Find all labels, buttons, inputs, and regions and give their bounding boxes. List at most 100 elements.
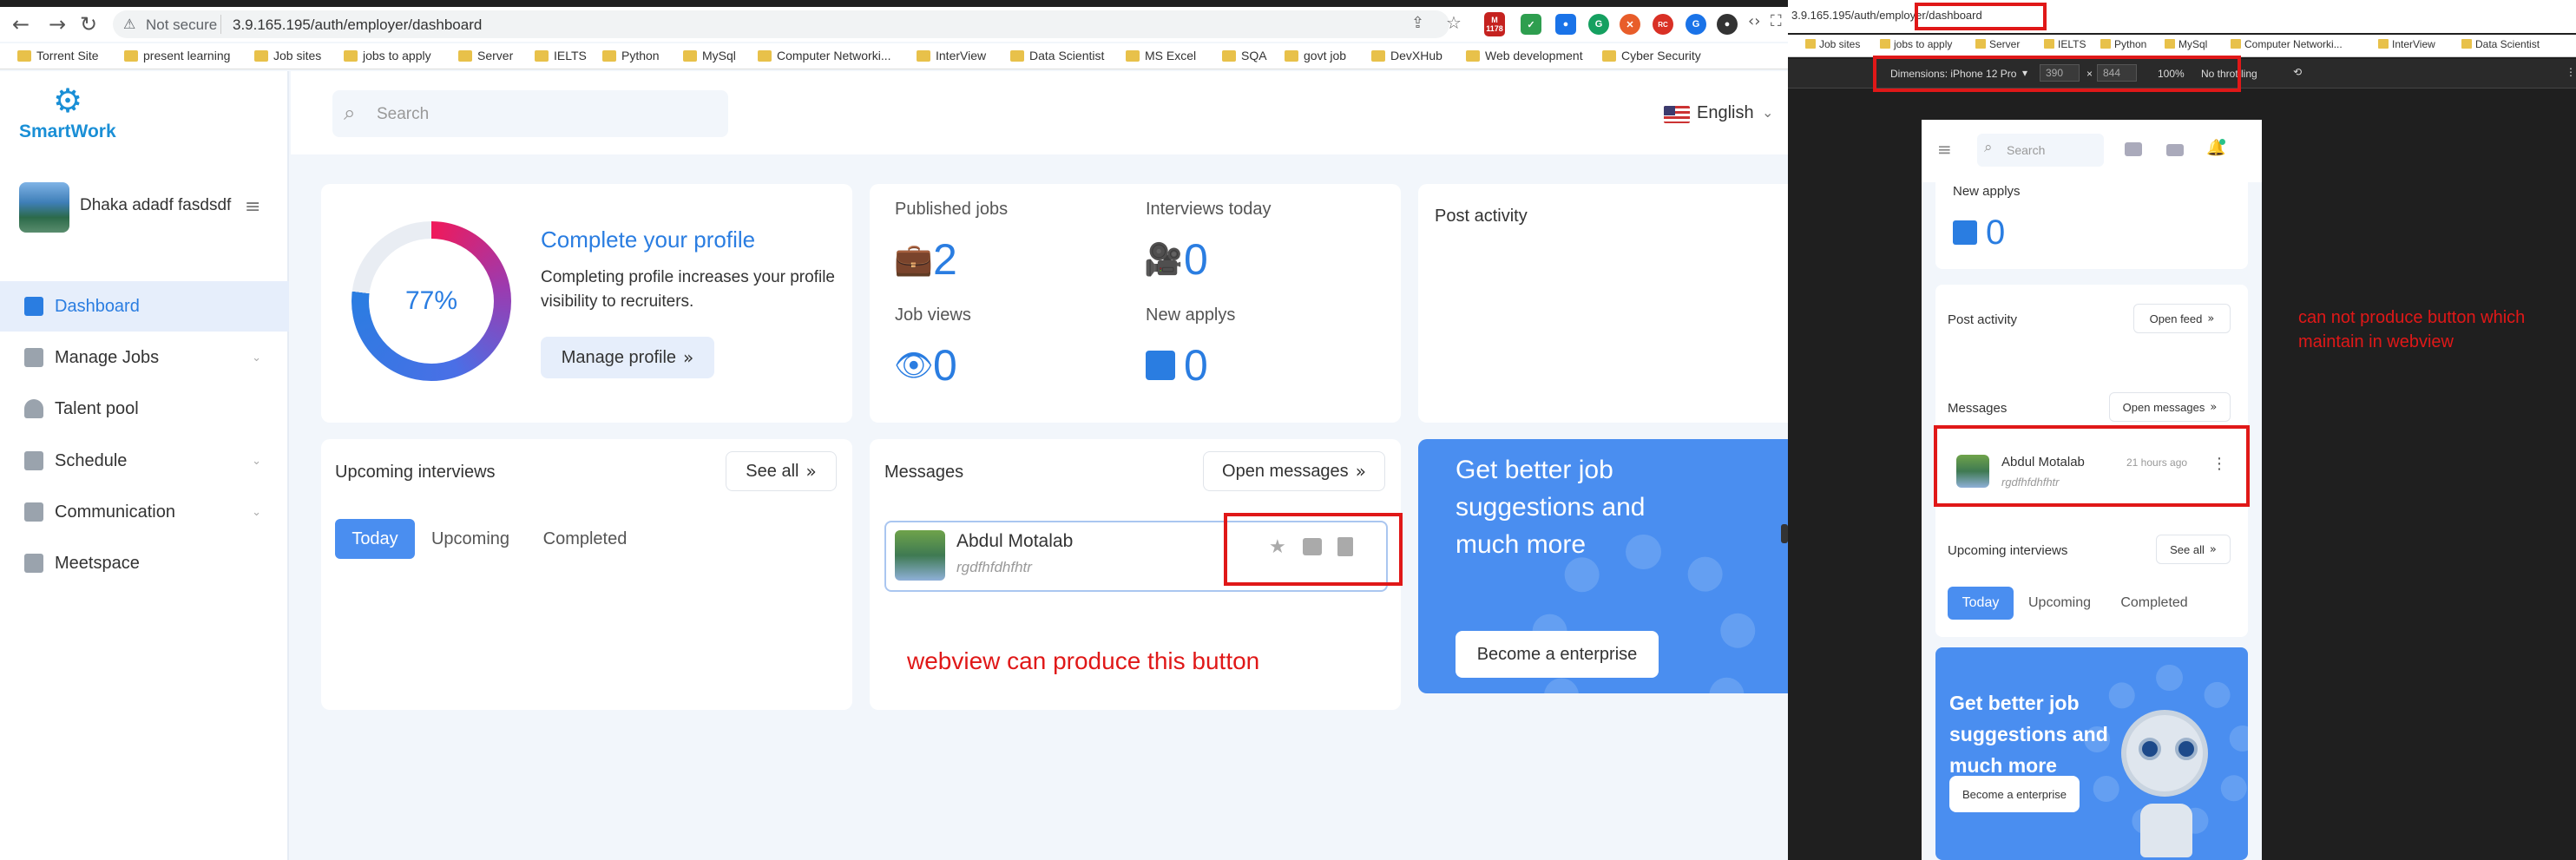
open-messages-button[interactable]: Open messages » (1203, 451, 1385, 491)
bookmark-item[interactable]: Python (602, 49, 660, 62)
blocker-extension-icon[interactable]: ✕ (1620, 14, 1640, 35)
message-sender: Abdul Motalab (956, 531, 1074, 551)
complete-profile-description: Completing profile increases your profil… (541, 268, 835, 311)
chevron-down-icon: ⌄ (252, 351, 261, 364)
language-select[interactable]: English (1697, 103, 1754, 123)
bookmark-item[interactable]: Python (2100, 38, 2146, 50)
folder-icon (1953, 220, 1977, 245)
rotate-icon[interactable]: ⟲ (2293, 66, 2302, 78)
user-icon (24, 399, 43, 418)
button-label: See all (2170, 542, 2205, 556)
bookmark-item[interactable]: Server (1975, 38, 2020, 50)
sidebar-item-label: Manage Jobs (55, 347, 160, 367)
published-jobs-value: 2 (933, 235, 957, 284)
bookmark-item[interactable]: Computer Networki... (758, 49, 890, 62)
robot-body (2140, 804, 2192, 857)
chevron-down-icon[interactable]: ⌄ (1762, 104, 1773, 121)
avatar[interactable] (19, 182, 69, 233)
open-feed-button[interactable]: Open feed » (2133, 304, 2231, 333)
highlight-box (1873, 56, 2241, 92)
bookmark-item[interactable]: present learning (124, 49, 230, 62)
bookmark-item[interactable]: Data Scientist (1010, 49, 1104, 62)
see-all-button[interactable]: See all » (726, 451, 837, 491)
more-icon[interactable]: ⋮ (2566, 66, 2576, 78)
robot-eye (2139, 738, 2161, 760)
become-enterprise-button[interactable]: Become a enterprise (1456, 631, 1659, 678)
sidebar-item-dashboard[interactable]: Dashboard (0, 281, 289, 332)
scroll-handle[interactable] (1781, 524, 1788, 543)
tab-upcoming[interactable]: Upcoming (422, 519, 519, 559)
tab-completed[interactable]: Completed (528, 519, 642, 559)
bookmarks-bar: Torrent Site present learning Job sites … (0, 43, 1788, 69)
bookmark-item[interactable]: MySql (2165, 38, 2207, 50)
desktop-screenshot: ← → ↻ ⚠ Not secure 3.9.165.195/auth/empl… (0, 0, 1788, 860)
manage-profile-button[interactable]: Manage profile » (541, 337, 714, 378)
grammarly-icon[interactable]: G (1588, 14, 1609, 35)
back-icon[interactable]: ← (9, 7, 33, 42)
bookmark-item[interactable]: MS Excel (1126, 49, 1196, 62)
sidebar-item-schedule[interactable]: Schedule ⌄ (0, 436, 289, 486)
drop-extension-icon[interactable]: ● (1555, 14, 1576, 35)
tab-today[interactable]: Today (335, 519, 415, 559)
become-enterprise-button[interactable]: Become a enterprise (1949, 776, 2080, 812)
search-placeholder: Search (2007, 143, 2046, 157)
red-extension-icon[interactable]: RC (1653, 14, 1673, 35)
annotation-note: can not produce button which maintain in… (2298, 308, 2526, 351)
bookmark-item[interactable]: Cyber Security (1602, 49, 1701, 62)
brand-name[interactable]: SmartWork (19, 121, 116, 142)
interviews-today-value: 0 (1184, 235, 1208, 284)
hamburger-menu-icon[interactable]: ≡ (245, 196, 260, 218)
bookmark-item[interactable]: Data Scientist (2461, 38, 2540, 50)
job-views-value: 0 (933, 341, 957, 390)
see-all-button[interactable]: See all » (2156, 535, 2231, 564)
bookmark-item[interactable]: Job sites (1805, 38, 1860, 50)
hamburger-menu-icon[interactable]: ≡ (1937, 139, 1952, 160)
bookmark-item[interactable]: InterView (2378, 38, 2435, 50)
button-label: See all (746, 461, 799, 481)
gmail-extension-icon[interactable]: M 1178 (1484, 12, 1505, 36)
bookmark-item[interactable]: IELTS (2044, 38, 2086, 50)
bookmark-item[interactable]: jobs to apply (1880, 38, 1952, 50)
reload-icon[interactable]: ↻ (76, 7, 101, 42)
sidebar-item-communication[interactable]: Communication ⌄ (0, 487, 289, 537)
bookmark-item[interactable]: Computer Networki... (2231, 38, 2343, 50)
notification-dot (2219, 139, 2225, 145)
tab-completed[interactable]: Completed (2106, 587, 2203, 620)
chat-icon[interactable] (2125, 142, 2142, 156)
code-icon[interactable]: ‹› (1748, 12, 1760, 30)
screenshot-icon[interactable]: ⛶ (1771, 12, 1782, 30)
bookmark-star-icon[interactable]: ☆ (1446, 12, 1462, 33)
bookmark-item[interactable]: IELTS (535, 49, 587, 62)
bookmark-item[interactable]: DevXHub (1371, 49, 1442, 62)
button-label: Open messages (1222, 461, 1349, 481)
tab-upcoming[interactable]: Upcoming (2019, 587, 2100, 620)
double-chevron-icon: » (805, 461, 817, 482)
new-applys-label: New applys (1146, 305, 1236, 325)
blue-extension-icon[interactable]: G (1686, 14, 1706, 35)
sidebar-item-talent-pool[interactable]: Talent pool (0, 384, 289, 434)
bookmark-item[interactable]: jobs to apply (344, 49, 431, 62)
post-activity-title: Post activity (1435, 207, 1528, 226)
open-messages-button[interactable]: Open messages » (2109, 392, 2231, 422)
bear-extension-icon[interactable]: ● (1717, 14, 1738, 35)
folder-icon (1146, 351, 1175, 380)
sidebar-item-manage-jobs[interactable]: Manage Jobs ⌄ (0, 332, 289, 383)
bookmark-item[interactable]: govt job (1285, 49, 1346, 62)
video-icon[interactable] (2166, 144, 2184, 156)
bookmark-item[interactable]: InterView (917, 49, 986, 62)
new-applys-label: New applys (1953, 184, 2021, 199)
bookmark-item[interactable]: Torrent Site (17, 49, 99, 62)
sidebar-item-meetspace[interactable]: Meetspace (0, 538, 289, 588)
bookmark-item[interactable]: MySql (683, 49, 736, 62)
shield-extension-icon[interactable]: ✓ (1521, 14, 1541, 35)
bookmark-item[interactable]: Web development (1466, 49, 1583, 62)
upcoming-interviews-title: Upcoming interviews (1948, 543, 2068, 558)
bookmark-item[interactable]: Job sites (254, 49, 321, 62)
share-icon[interactable]: ⇪ (1411, 14, 1424, 32)
forward-icon[interactable]: → (45, 7, 69, 42)
user-name: Dhaka adadf fasdsdf (80, 196, 232, 214)
url-text[interactable]: 3.9.165.195/auth/employer/dashboard (233, 16, 482, 34)
tab-today[interactable]: Today (1948, 587, 2014, 620)
bookmark-item[interactable]: Server (458, 49, 513, 62)
bookmark-item[interactable]: SQA (1222, 49, 1267, 62)
